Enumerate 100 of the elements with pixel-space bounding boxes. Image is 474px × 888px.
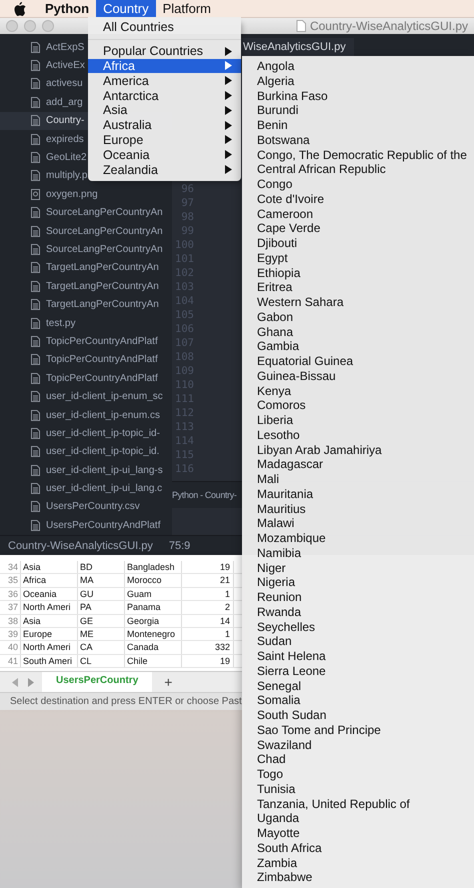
file-item[interactable]: user_id-client_ip-ui_lang-s: [0, 460, 172, 480]
file-item[interactable]: user_id-client_ip-topic_id-: [0, 424, 172, 443]
menu-item[interactable]: Congo: [242, 177, 474, 192]
menu-item[interactable]: Central African Republic: [242, 162, 474, 177]
menu-item[interactable]: Algeria: [242, 74, 474, 88]
menu-item[interactable]: Mozambique: [242, 531, 474, 546]
file-item[interactable]: test.py: [0, 314, 172, 332]
file-item[interactable]: TargetLangPerCountryAn: [0, 277, 172, 296]
file-item[interactable]: user_id-client_ip-enum_sc: [0, 387, 172, 406]
menu-bar-item[interactable]: Platform: [156, 0, 218, 17]
file-item[interactable]: user_id-client_ip-topic_id.: [0, 442, 172, 461]
menu-item[interactable]: Seychelles: [242, 620, 474, 634]
menu-item[interactable]: Burundi: [242, 103, 474, 118]
menu-item[interactable]: Mauritania: [242, 486, 474, 502]
menu-item[interactable]: Saint Helena: [242, 649, 474, 664]
menu-item[interactable]: Egypt: [242, 250, 474, 266]
image-file-icon: [31, 188, 40, 200]
menu-item[interactable]: Liberia: [242, 413, 474, 428]
menu-item[interactable]: Reunion: [242, 590, 474, 605]
menu-item[interactable]: Burkina Faso: [242, 88, 474, 104]
file-item[interactable]: oxygen.png: [0, 185, 172, 204]
file-item[interactable]: TargetLangPerCountryAn: [0, 295, 172, 314]
menu-item[interactable]: Libyan Arab Jamahiriya: [242, 442, 474, 458]
menu-item[interactable]: Sao Tome and Principe: [242, 722, 474, 738]
sheet-tab[interactable]: UsersPerCountry: [42, 672, 152, 692]
file-item[interactable]: TopicPerCountryAndPlatf: [0, 332, 172, 351]
menu-item[interactable]: All Countries: [88, 20, 241, 35]
menu-item[interactable]: Comoros: [242, 398, 474, 413]
menu-item[interactable]: Niger: [242, 560, 474, 576]
menu-item[interactable]: Namibia: [242, 546, 474, 560]
menu-item[interactable]: South Sudan: [242, 708, 474, 723]
menu-item[interactable]: Mayotte: [242, 826, 474, 841]
menu-item[interactable]: Sudan: [242, 634, 474, 649]
file-item[interactable]: user_id-client_ip-enum.cs: [0, 406, 172, 424]
file-item[interactable]: SourceLangPerCountryAn: [0, 204, 172, 222]
window-control[interactable]: [42, 20, 54, 32]
file-item[interactable]: UsersPerCountry.csv: [0, 498, 172, 516]
menu-item[interactable]: Ethiopia: [242, 266, 474, 280]
panel-title: Python - Country-: [172, 490, 237, 500]
previous-sheet-icon[interactable]: [12, 678, 19, 687]
menu-item[interactable]: Zambia: [242, 856, 474, 870]
add-sheet-button[interactable]: +: [160, 674, 176, 690]
menu-item[interactable]: Djibouti: [242, 236, 474, 251]
menu-item[interactable]: Malawi: [242, 516, 474, 531]
menu-item[interactable]: Togo: [242, 767, 474, 782]
menu-item[interactable]: Somalia: [242, 693, 474, 708]
menu-item[interactable]: Chad: [242, 752, 474, 767]
menu-bar-item[interactable]: Python: [38, 0, 96, 17]
menu-item[interactable]: Cote d'Ivoire: [242, 192, 474, 206]
menu-item[interactable]: Cameroon: [242, 206, 474, 222]
menu-item[interactable]: Africa: [88, 58, 241, 74]
menu-item[interactable]: Antarctica: [88, 88, 241, 103]
menu-item[interactable]: Nigeria: [242, 575, 474, 590]
menu-item[interactable]: Cape Verde: [242, 221, 474, 236]
window-control[interactable]: [6, 20, 18, 32]
menu-item[interactable]: Oceania: [88, 147, 241, 162]
file-icon: [31, 244, 40, 255]
table-cell: Oceania: [20, 588, 77, 600]
menu-item[interactable]: Western Sahara: [242, 295, 474, 310]
menu-item[interactable]: Mali: [242, 472, 474, 487]
menu-item[interactable]: Swaziland: [242, 738, 474, 752]
menu-item[interactable]: Lesotho: [242, 428, 474, 442]
menu-item[interactable]: Gabon: [242, 310, 474, 324]
menu-item[interactable]: Eritrea: [242, 280, 474, 295]
menu-item[interactable]: Tunisia: [242, 782, 474, 796]
menu-item[interactable]: Zealandia: [88, 162, 241, 177]
menu-item[interactable]: Gambia: [242, 339, 474, 354]
menu-bar-item[interactable]: Country: [96, 0, 156, 17]
menu-item[interactable]: Sierra Leone: [242, 664, 474, 678]
menu-item[interactable]: Benin: [242, 118, 474, 133]
apple-icon[interactable]: [14, 2, 26, 16]
file-item[interactable]: TopicPerCountryAndPlatf: [0, 350, 172, 370]
menu-item[interactable]: Rwanda: [242, 604, 474, 620]
file-item[interactable]: user_id-client_ip-ui_lang.c: [0, 479, 172, 498]
menu-item[interactable]: Tanzania, United Republic of: [242, 796, 474, 812]
next-sheet-icon[interactable]: [27, 678, 34, 687]
file-item[interactable]: TopicPerCountryAndPlatf: [0, 369, 172, 388]
menu-item[interactable]: Kenya: [242, 384, 474, 398]
menu-item[interactable]: Zimbabwe: [242, 870, 474, 885]
menu-item[interactable]: Botswana: [242, 132, 474, 148]
menu-item[interactable]: Congo, The Democratic Republic of the: [242, 148, 474, 162]
file-item[interactable]: UsersPerCountryAndPlatf: [0, 516, 172, 535]
menu-item[interactable]: Senegal: [242, 678, 474, 694]
menu-item[interactable]: Europe: [88, 132, 241, 148]
menu-item[interactable]: Madagascar: [242, 457, 474, 472]
window-control[interactable]: [24, 20, 36, 32]
file-item[interactable]: SourceLangPerCountryAn: [0, 240, 172, 259]
menu-item[interactable]: South Africa: [242, 840, 474, 856]
file-item[interactable]: SourceLangPerCountryAn: [0, 222, 172, 240]
menu-item[interactable]: Mauritius: [242, 502, 474, 516]
menu-item[interactable]: Guinea-Bissau: [242, 368, 474, 384]
menu-item[interactable]: Angola: [242, 59, 474, 74]
table-cell: Europe: [20, 628, 77, 640]
menu-item[interactable]: Uganda: [242, 811, 474, 826]
row-number: 36: [6, 588, 19, 600]
menu-item[interactable]: America: [88, 73, 241, 88]
file-item[interactable]: TargetLangPerCountryAn: [0, 258, 172, 278]
menu-item[interactable]: Ghana: [242, 324, 474, 340]
table-cell: North Ameri: [20, 641, 77, 654]
menu-item[interactable]: Equatorial Guinea: [242, 354, 474, 369]
